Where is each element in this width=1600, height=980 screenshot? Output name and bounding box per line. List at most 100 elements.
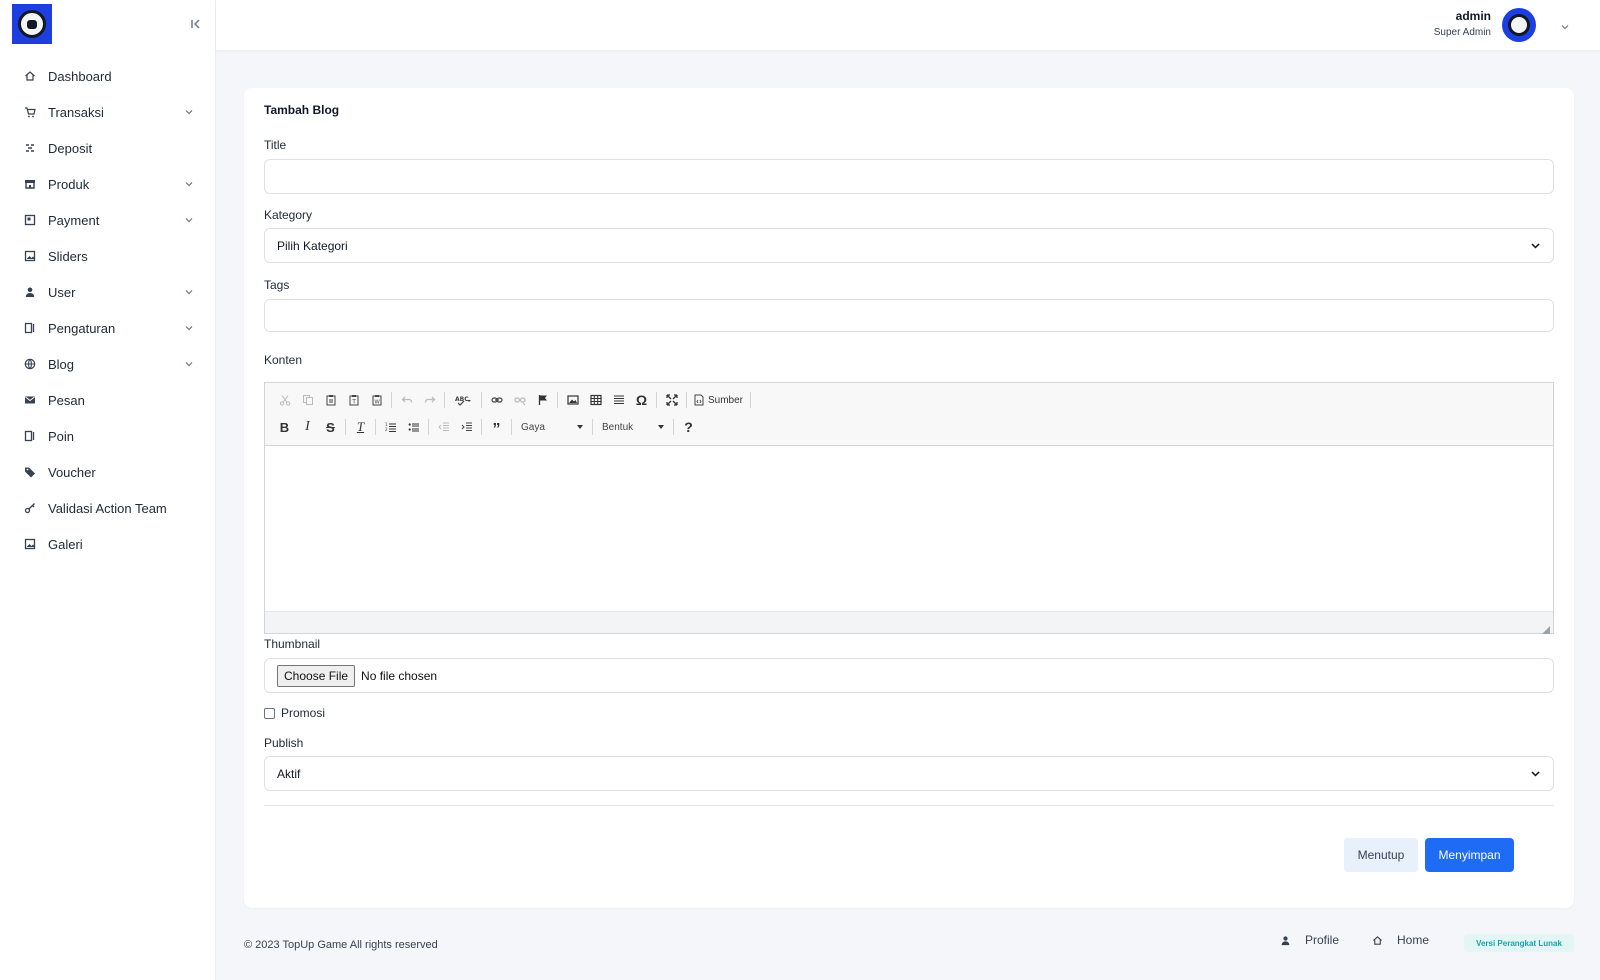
remove-format-icon[interactable]: T bbox=[349, 416, 372, 438]
anchor-flag-icon[interactable] bbox=[531, 389, 554, 411]
chevron-down-icon bbox=[184, 107, 194, 117]
strikethrough-icon[interactable]: S bbox=[319, 416, 342, 438]
thumbnail-label: Thumbnail bbox=[264, 637, 321, 651]
sidebar-item-label: Payment bbox=[48, 212, 100, 228]
copyright-text: © 2023 TopUp Game All rights reserved bbox=[244, 939, 438, 951]
sidebar-item-sliders[interactable]: Sliders bbox=[0, 238, 216, 274]
toolbar-separator bbox=[686, 392, 687, 408]
style-combo-label: Gaya bbox=[521, 421, 545, 433]
footer-profile-label: Profile bbox=[1305, 933, 1340, 947]
version-badge[interactable]: Versi Perangkat Lunak bbox=[1464, 934, 1574, 952]
sidebar-item-label: Blog bbox=[48, 356, 75, 372]
sidebar-item-label: Validasi Action Team bbox=[48, 500, 167, 516]
resize-handle-icon[interactable] bbox=[1542, 622, 1550, 634]
save-button[interactable]: Menyimpan bbox=[1425, 838, 1514, 872]
cut-icon[interactable] bbox=[273, 389, 296, 411]
svg-text:T: T bbox=[351, 399, 356, 406]
sidebar-item-voucher[interactable]: Voucher bbox=[0, 454, 216, 490]
indent-icon[interactable] bbox=[455, 416, 478, 438]
bulleted-list-icon[interactable] bbox=[402, 416, 425, 438]
spellcheck-icon[interactable]: ABC bbox=[448, 389, 478, 411]
toolbar-separator bbox=[750, 392, 752, 408]
gallery-icon bbox=[24, 538, 36, 550]
sidebar-item-dashboard[interactable]: Dashboard bbox=[0, 58, 216, 94]
promo-label: Promosi bbox=[281, 706, 326, 720]
insert-table-icon[interactable] bbox=[584, 389, 607, 411]
chevron-down-icon bbox=[184, 215, 194, 225]
footer-profile-link[interactable]: Profile bbox=[1280, 933, 1339, 947]
chevron-down-icon[interactable] bbox=[1560, 20, 1570, 30]
blockquote-icon[interactable]: ” bbox=[485, 416, 508, 438]
undo-icon[interactable] bbox=[395, 389, 418, 411]
sidebar-item-galeri[interactable]: Galeri bbox=[0, 526, 216, 562]
redo-icon[interactable] bbox=[418, 389, 441, 411]
toolbar-separator bbox=[656, 392, 657, 408]
editor-toolbar: T W ABC Ω Sumber B I S T 1 2 ” Gaya Bent… bbox=[265, 383, 1553, 446]
category-select[interactable]: Pilih Kategori bbox=[264, 228, 1554, 263]
publish-label: Publish bbox=[264, 736, 304, 750]
footer-home-label: Home bbox=[1397, 933, 1430, 947]
format-combo[interactable]: Bentuk bbox=[596, 416, 670, 438]
promo-checkbox-row[interactable]: Promosi bbox=[264, 706, 325, 720]
choose-file-button[interactable]: Choose File bbox=[277, 664, 356, 687]
help-icon[interactable]: ? bbox=[677, 416, 700, 438]
sidebar-item-blog[interactable]: Blog bbox=[0, 346, 216, 382]
user-role: Super Admin bbox=[1433, 27, 1491, 38]
maximize-icon[interactable] bbox=[660, 389, 683, 411]
paste-word-icon[interactable]: W bbox=[365, 389, 388, 411]
toolbar-separator bbox=[391, 392, 392, 408]
editor-toolbar-row-2: B I S T 12 ” Gaya Bentuk ? bbox=[273, 416, 700, 438]
sidebar-item-poin[interactable]: Poin bbox=[0, 418, 216, 454]
sidebar-item-label: Pesan bbox=[48, 392, 85, 408]
sidebar-item-validasi-action-team[interactable]: Validasi Action Team bbox=[0, 490, 216, 526]
sidebar-item-label: Transaksi bbox=[48, 104, 104, 120]
italic-icon[interactable]: I bbox=[296, 416, 319, 438]
logo-emblem bbox=[18, 10, 46, 38]
paste-text-icon[interactable]: T bbox=[342, 389, 365, 411]
sidebar-item-pesan[interactable]: Pesan bbox=[0, 382, 216, 418]
sidebar-item-label: User bbox=[48, 284, 76, 300]
sidebar-item-pengaturan[interactable]: Pengaturan bbox=[0, 310, 216, 346]
toolbar-separator bbox=[345, 419, 346, 435]
sidebar-item-deposit[interactable]: Deposit bbox=[0, 130, 216, 166]
link-icon[interactable] bbox=[485, 389, 508, 411]
sidebar-nav: Dashboard Transaksi Deposit Produk Payme… bbox=[0, 58, 216, 562]
editor-content-area[interactable] bbox=[265, 446, 1553, 611]
bold-icon[interactable]: B bbox=[273, 416, 296, 438]
page-title: Tambah Blog bbox=[264, 103, 340, 117]
numbered-list-icon[interactable]: 12 bbox=[379, 416, 402, 438]
close-button[interactable]: Menutup bbox=[1344, 838, 1418, 872]
chevron-down-icon bbox=[184, 359, 194, 369]
panel-icon bbox=[24, 430, 36, 442]
sidebar-item-user[interactable]: User bbox=[0, 274, 216, 310]
svg-text:ABC: ABC bbox=[455, 396, 469, 403]
footer-home-link[interactable]: Home bbox=[1372, 933, 1429, 947]
source-button[interactable]: Sumber bbox=[690, 389, 747, 411]
insert-image-icon[interactable] bbox=[561, 389, 584, 411]
sidebar-item-label: Poin bbox=[48, 428, 75, 444]
app-logo[interactable] bbox=[12, 4, 52, 44]
tags-input[interactable] bbox=[264, 299, 1554, 332]
collapse-sidebar-icon[interactable] bbox=[188, 14, 204, 34]
special-char-icon[interactable]: Ω bbox=[630, 389, 653, 411]
image-icon bbox=[24, 250, 36, 262]
horizontal-line-icon[interactable] bbox=[607, 389, 630, 411]
sidebar-item-transaksi[interactable]: Transaksi bbox=[0, 94, 216, 130]
avatar[interactable] bbox=[1502, 8, 1536, 42]
sidebar: Dashboard Transaksi Deposit Produk Payme… bbox=[0, 0, 216, 980]
outdent-icon[interactable] bbox=[432, 416, 455, 438]
sidebar-item-produk[interactable]: Produk bbox=[0, 166, 216, 202]
editor-status-bar bbox=[265, 611, 1553, 634]
title-input[interactable] bbox=[264, 159, 1554, 194]
copy-icon[interactable] bbox=[296, 389, 319, 411]
unlink-icon[interactable] bbox=[508, 389, 531, 411]
sidebar-item-payment[interactable]: Payment bbox=[0, 202, 216, 238]
thumbnail-file-input[interactable]: Choose File No file chosen bbox=[264, 658, 1554, 693]
triangle-down-icon bbox=[577, 425, 583, 429]
settings-panel-icon bbox=[24, 322, 36, 334]
style-combo[interactable]: Gaya bbox=[515, 416, 589, 438]
promo-checkbox[interactable] bbox=[264, 707, 275, 719]
home-icon bbox=[24, 70, 36, 82]
paste-icon[interactable] bbox=[319, 389, 342, 411]
publish-select[interactable]: Aktif bbox=[264, 756, 1554, 791]
